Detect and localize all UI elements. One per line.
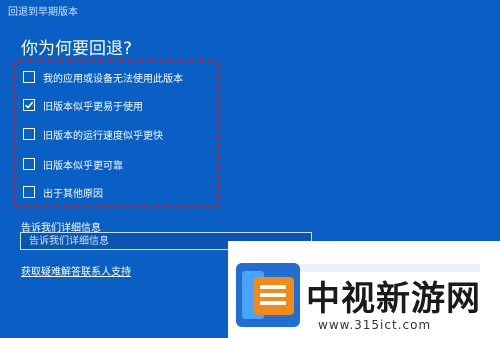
option-label: 旧版本似乎更易于使用	[43, 101, 143, 113]
checkbox[interactable]	[23, 186, 35, 198]
checkbox[interactable]	[23, 158, 35, 170]
title-bar: 回退到早期版本	[0, 0, 500, 20]
page-title: 你为何要回退?	[21, 39, 133, 59]
option-more-reliable[interactable]: 旧版本似乎更可靠	[23, 156, 123, 172]
checkmark-icon	[24, 101, 34, 109]
rollback-dialog: 回退到早期版本 你为何要回退? 我的应用或设备无法使用此版本 旧版本似乎更易于使…	[0, 0, 500, 338]
watermark-url: www.315ict.com	[318, 318, 432, 332]
option-easier-to-use[interactable]: 旧版本似乎更易于使用	[23, 97, 143, 113]
option-app-not-working[interactable]: 我的应用或设备无法使用此版本	[23, 69, 183, 85]
checkbox-checked[interactable]	[23, 99, 35, 111]
option-label: 旧版本的运行速度似乎更快	[43, 130, 163, 142]
option-label: 旧版本似乎更可靠	[43, 160, 123, 172]
checkbox[interactable]	[23, 128, 35, 140]
watermark-logo-icon	[236, 263, 300, 327]
option-label: 我的应用或设备无法使用此版本	[43, 73, 183, 85]
option-faster[interactable]: 旧版本的运行速度似乎更快	[23, 126, 163, 142]
watermark-brand: 中视新游网	[306, 279, 481, 319]
help-support-link[interactable]: 获取疑难解答联系人支持	[21, 263, 131, 278]
window-title: 回退到早期版本	[8, 7, 78, 18]
checkbox[interactable]	[23, 71, 35, 83]
option-label: 出于其他原因	[43, 188, 103, 200]
option-other-reason[interactable]: 出于其他原因	[23, 184, 103, 200]
